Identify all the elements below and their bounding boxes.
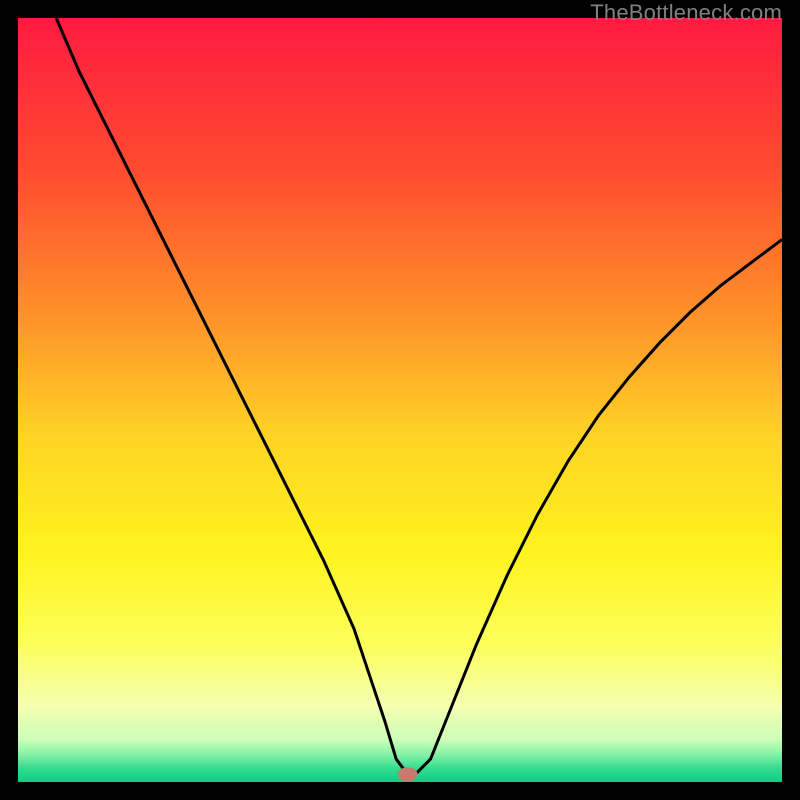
chart-plot-area	[18, 18, 782, 782]
watermark-label: TheBottleneck.com	[590, 0, 782, 26]
bottleneck-chart	[18, 18, 782, 782]
gradient-background	[18, 18, 782, 782]
minimum-marker	[398, 767, 418, 781]
